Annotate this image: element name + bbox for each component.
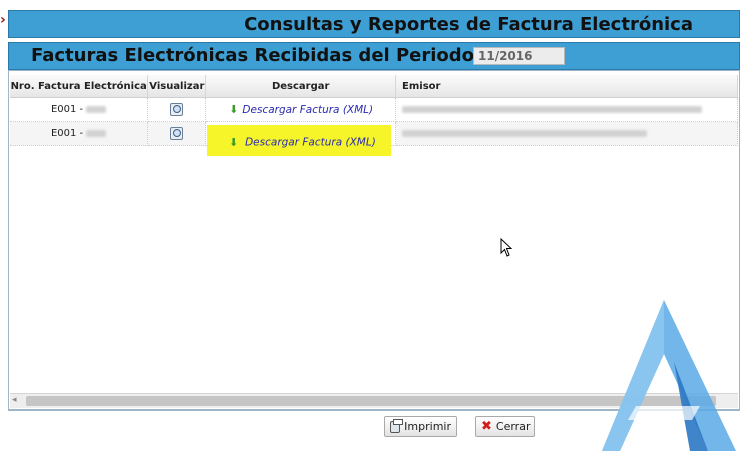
view-cell bbox=[147, 121, 207, 146]
redacted-emisor bbox=[402, 129, 648, 137]
column-header-descargar[interactable]: Descargar bbox=[205, 75, 397, 98]
download-arrow-icon[interactable]: ⬇ bbox=[229, 137, 240, 148]
watermark-logo-icon bbox=[602, 300, 736, 451]
download-xml-link[interactable]: Descargar Factura (XML) bbox=[242, 104, 373, 116]
title-bar: Consultas y Reportes de Factura Electrón… bbox=[8, 10, 740, 38]
column-header-nro[interactable]: Nro. Factura Electrónica bbox=[10, 75, 149, 98]
emisor-cell bbox=[395, 97, 738, 122]
scroll-left-icon[interactable]: ◂ bbox=[12, 395, 17, 405]
highlighted-download[interactable]: ⬇ Descargar Factura (XML) bbox=[207, 125, 391, 156]
red-x-icon: ✖ bbox=[481, 418, 492, 434]
close-button-label: Cerrar bbox=[495, 420, 531, 433]
chevron-right-icon: › bbox=[0, 12, 6, 28]
table-row: E001 - ⬇ Descargar Factura (XML) bbox=[10, 97, 738, 122]
section-title: Facturas Electrónicas Recibidas del Peri… bbox=[31, 45, 475, 66]
print-button[interactable]: Imprimir bbox=[384, 416, 457, 437]
magnifier-document-icon[interactable] bbox=[170, 127, 184, 140]
invoice-number-cell: E001 - bbox=[10, 121, 149, 146]
mouse-cursor-icon bbox=[500, 238, 513, 257]
printer-icon bbox=[390, 418, 404, 433]
close-button[interactable]: ✖ Cerrar bbox=[475, 416, 535, 437]
download-cell: ⬇ Descargar Factura (XML) bbox=[205, 97, 397, 122]
table-header-row: Nro. Factura Electrónica Visualizar Desc… bbox=[10, 75, 738, 98]
redacted-emisor bbox=[402, 105, 703, 113]
page-title: Consultas y Reportes de Factura Electrón… bbox=[244, 14, 693, 35]
view-cell bbox=[147, 97, 207, 122]
invoice-number: E001 - bbox=[50, 128, 84, 139]
download-arrow-icon[interactable]: ⬇ bbox=[228, 104, 239, 115]
magnifier-document-icon[interactable] bbox=[170, 103, 184, 116]
redacted-number bbox=[86, 129, 107, 137]
column-header-visualizar[interactable]: Visualizar bbox=[147, 75, 207, 98]
column-header-emisor[interactable]: Emisor bbox=[395, 75, 738, 98]
invoice-number-cell: E001 - bbox=[10, 97, 149, 122]
invoice-number: E001 - bbox=[50, 104, 84, 115]
redacted-number bbox=[86, 105, 107, 113]
print-button-label: Imprimir bbox=[404, 420, 451, 433]
period-field[interactable]: 11/2016 bbox=[473, 47, 565, 65]
subtitle-bar: Facturas Electrónicas Recibidas del Peri… bbox=[8, 42, 740, 70]
download-xml-link[interactable]: Descargar Factura (XML) bbox=[245, 137, 376, 149]
emisor-cell bbox=[395, 121, 738, 146]
